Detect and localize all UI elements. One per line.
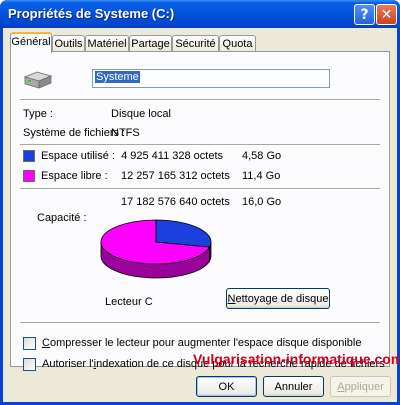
tab-label: Général	[11, 36, 51, 48]
volume-name-input[interactable]: Systeme	[92, 69, 330, 88]
disk-cleanup-button[interactable]: Nettoyage de disque	[226, 288, 330, 309]
tab-general[interactable]: Général	[10, 32, 52, 53]
capacity-size: 16,0 Go	[242, 196, 282, 208]
pie-slice-used	[155, 219, 212, 248]
disk-usage-pie-chart	[100, 219, 212, 279]
drive-label: Lecteur C	[105, 296, 153, 308]
type-value: Disque local	[111, 108, 171, 120]
disk-cleanup-label: Nettoyage de disque	[228, 293, 329, 305]
label-part: ppliquer	[344, 380, 384, 393]
site-watermark: Vulgarisation-informatique.com	[193, 351, 400, 367]
capacity-label: Capacité :	[37, 212, 87, 224]
label-accelerator: A	[337, 380, 345, 393]
help-button[interactable]: ?	[354, 4, 375, 25]
compress-label[interactable]: Compresser le lecteur pour augmenter l'e…	[42, 337, 361, 349]
cancel-label: Annuler	[274, 380, 313, 393]
indexing-checkbox[interactable]	[23, 358, 36, 371]
label-part: ettoyage de disque	[235, 292, 329, 305]
tab-label: Quota	[222, 38, 253, 50]
label-part: Autoriser l'	[42, 358, 94, 370]
label-part: ompresser le lecteur pour augmenter l'es…	[49, 337, 362, 349]
tab-label: Outils	[54, 38, 83, 50]
type-label: Type :	[23, 108, 53, 120]
used-space-size: 4,58 Go	[242, 150, 282, 162]
dialog-body: Général Outils Matériel Partage Sécurité…	[3, 28, 400, 402]
cancel-button[interactable]: Annuler	[263, 376, 324, 397]
apply-label: Appliquer	[337, 381, 383, 393]
tab-hardware[interactable]: Matériel	[85, 35, 129, 52]
tab-label: Matériel	[87, 38, 127, 50]
tab-sharing[interactable]: Partage	[129, 35, 172, 52]
separator	[20, 144, 380, 146]
title-bar[interactable]: Propriétés de Systeme (C:) ? ✕	[0, 0, 400, 28]
used-space-label: Espace utilisé :	[41, 150, 115, 162]
free-space-size: 11,4 Go	[242, 170, 281, 182]
hard-drive-icon	[23, 71, 53, 89]
tab-quota[interactable]: Quota	[219, 35, 256, 52]
ok-button[interactable]: OK	[196, 376, 257, 397]
close-icon: ✕	[380, 6, 393, 23]
properties-window: Propriétés de Systeme (C:) ? ✕ Général O…	[0, 0, 400, 405]
label-accelerator: C	[42, 337, 50, 349]
free-space-bytes: 12 257 165 312 octets	[121, 170, 230, 182]
used-space-swatch	[23, 150, 35, 162]
filesystem-value: NTFS	[111, 127, 140, 139]
question-mark-icon: ?	[360, 6, 369, 23]
compress-checkbox[interactable]	[23, 337, 36, 350]
separator	[20, 188, 380, 190]
tab-label: Partage	[131, 38, 170, 50]
free-space-swatch	[23, 170, 35, 182]
tab-label: Sécurité	[175, 38, 216, 50]
window-title: Propriétés de Systeme (C:)	[8, 6, 175, 21]
general-panel: Systeme Type : Disque local Système de f…	[10, 51, 390, 371]
volume-name-value: Systeme	[95, 71, 140, 83]
ok-label: OK	[218, 380, 235, 393]
filesystem-label: Système de fichiers :	[23, 127, 126, 139]
tab-tools[interactable]: Outils	[52, 35, 85, 52]
close-button[interactable]: ✕	[376, 4, 397, 25]
apply-button[interactable]: Appliquer	[330, 376, 391, 397]
used-space-bytes: 4 925 411 328 octets	[121, 150, 223, 162]
separator	[20, 99, 380, 101]
separator	[20, 322, 380, 324]
capacity-bytes: 17 182 576 640 octets	[121, 196, 230, 208]
tab-security[interactable]: Sécurité	[172, 35, 219, 52]
free-space-label: Espace libre :	[41, 170, 108, 182]
